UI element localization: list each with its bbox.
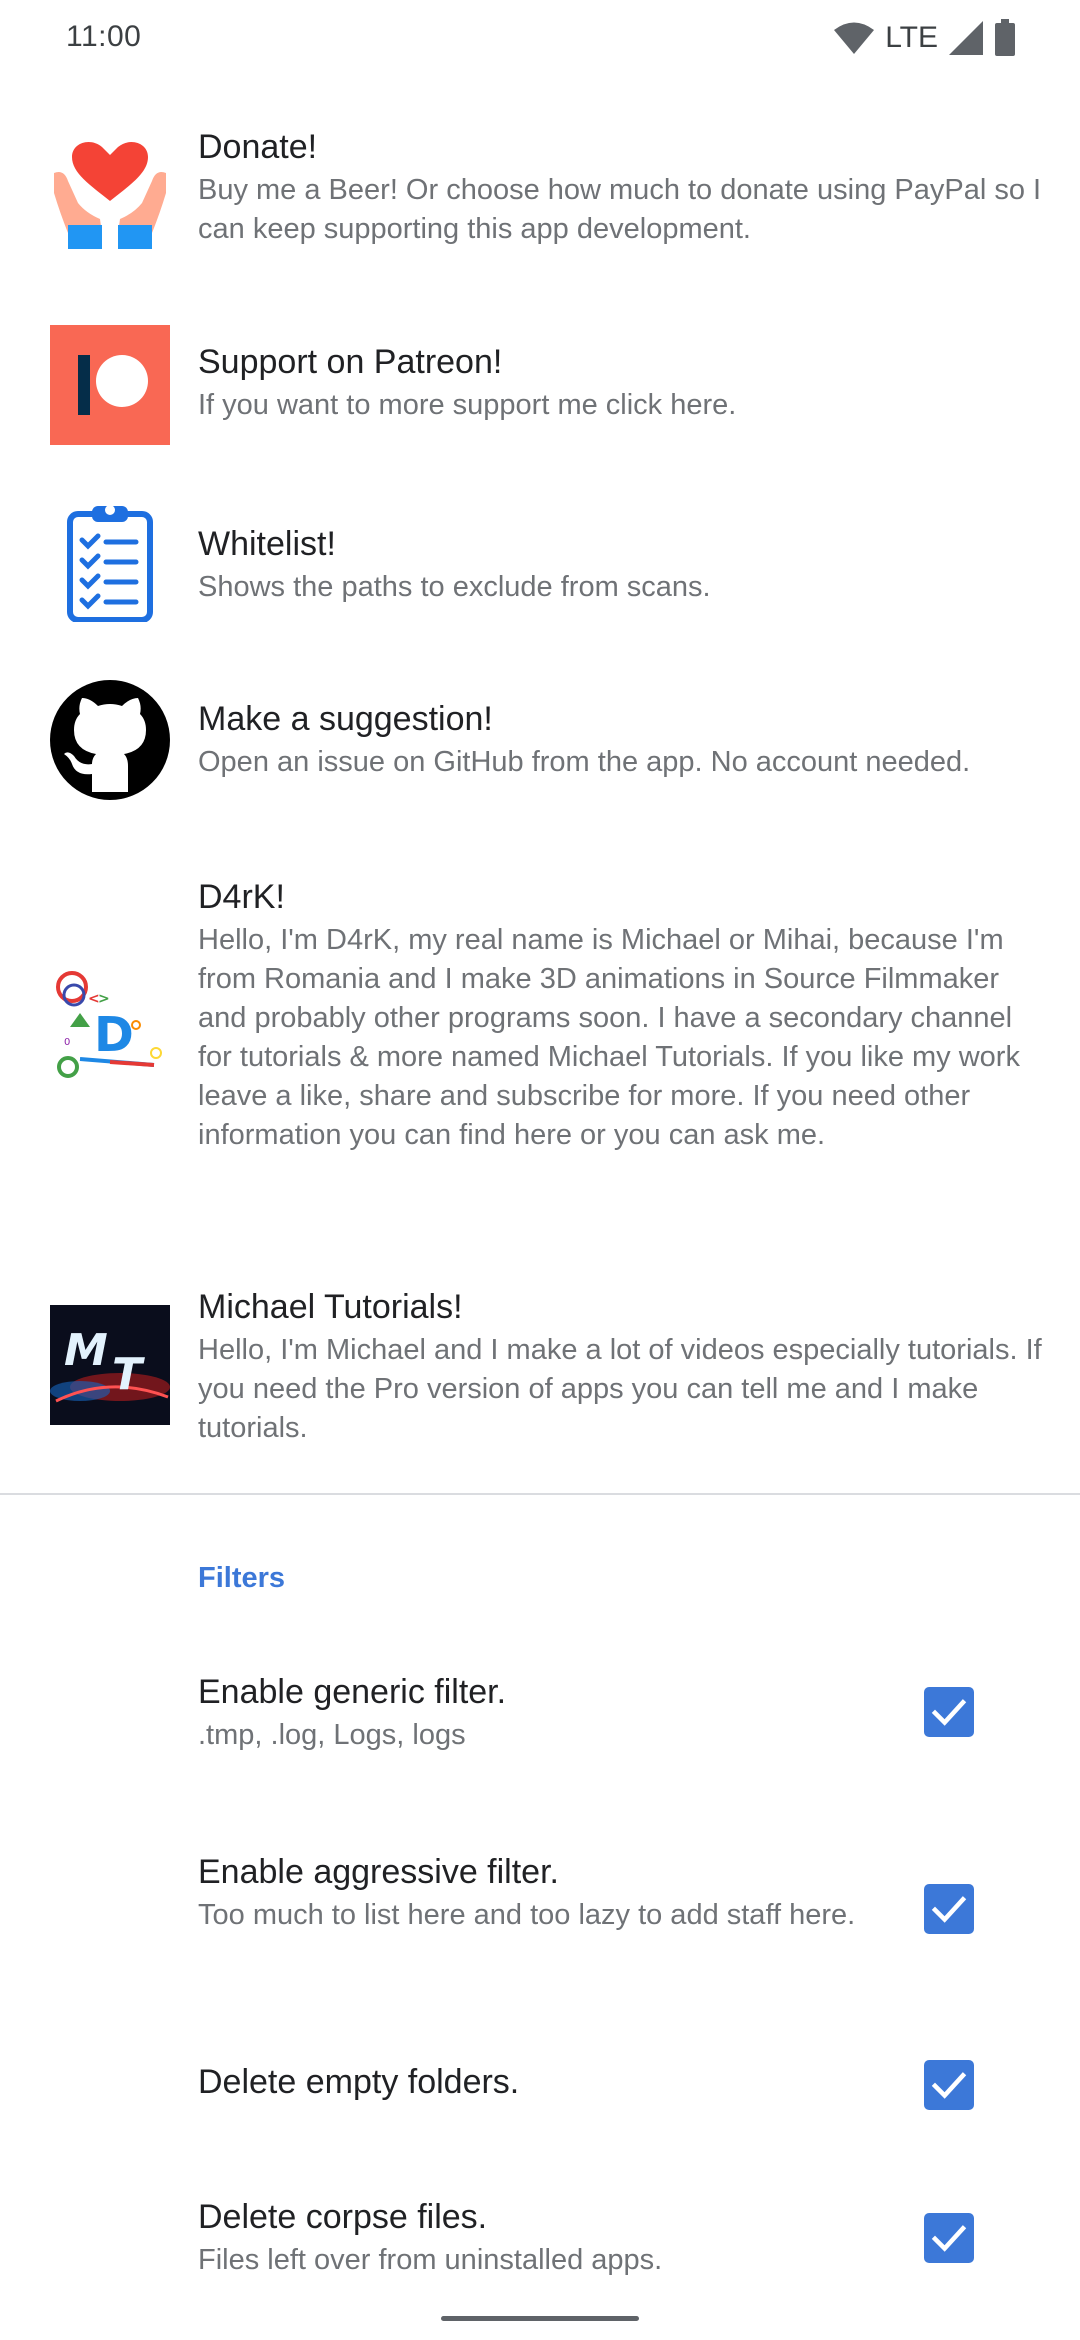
svg-text:T: T (112, 1349, 145, 1400)
preference-title: Support on Patreon! (198, 343, 503, 381)
preference-summary: If you want to more support me click her… (198, 389, 737, 421)
preference-summary: Hello, I'm D4rK, my real name is Michael… (198, 924, 1020, 1151)
generic-filter-checkbox[interactable] (924, 1687, 974, 1737)
aggressive-filter-preference[interactable]: Enable aggressive filter. Too much to li… (0, 1850, 1080, 1980)
preference-title: Whitelist! (198, 525, 336, 563)
michael-tutorials-preference[interactable]: M T Michael Tutorials! Hello, I'm Michae… (0, 1285, 1080, 1455)
clipboard-checklist-icon (50, 502, 170, 622)
preference-summary: Too much to list here and too lazy to ad… (198, 1899, 856, 1931)
preference-title: Make a suggestion! (198, 700, 493, 738)
generic-filter-text: Enable generic filter. .tmp, .log, Logs,… (198, 1670, 890, 1755)
preference-summary: Files left over from uninstalled apps. (198, 2244, 663, 2276)
status-bar: 11:00 LTE (0, 0, 1080, 78)
d4rk-text: D4rK! Hello, I'm D4rK, my real name is M… (198, 875, 1050, 1155)
preference-summary: Buy me a Beer! Or choose how much to don… (198, 174, 1042, 245)
d4rk-logo-icon: < > D 0 (50, 969, 170, 1089)
donate-preference[interactable]: Donate! Buy me a Beer! Or choose how muc… (0, 125, 1080, 265)
delete-empty-folders-checkbox[interactable] (924, 2060, 974, 2110)
filters-category-title: Filters (198, 1562, 286, 1594)
preference-title: Delete empty folders. (198, 2063, 520, 2101)
d4rk-preference[interactable]: < > D 0 D4rK! Hello, I'm D4rK, my real n… (0, 875, 1080, 1195)
whitelist-text: Whitelist! Shows the paths to exclude fr… (198, 522, 1050, 607)
preference-title: Michael Tutorials! (198, 1288, 463, 1326)
preference-summary: Open an issue on GitHub from the app. No… (198, 746, 971, 778)
preference-title: D4rK! (198, 878, 285, 916)
delete-corpse-files-preference[interactable]: Delete corpse files. Files left over fro… (0, 2195, 1080, 2285)
preference-title: Enable generic filter. (198, 1673, 507, 1711)
michael-tutorials-text: Michael Tutorials! Hello, I'm Michael an… (198, 1285, 1050, 1448)
checkmark-icon (931, 1699, 967, 1726)
patreon-preference[interactable]: Support on Patreon! If you want to more … (0, 325, 1080, 445)
battery-icon (994, 19, 1016, 57)
gesture-nav-handle[interactable] (441, 2316, 639, 2321)
delete-corpse-files-checkbox[interactable] (924, 2213, 974, 2263)
preference-summary: Hello, I'm Michael and I make a lot of v… (198, 1334, 1042, 1444)
donate-text: Donate! Buy me a Beer! Or choose how muc… (198, 125, 1050, 249)
network-type-label: LTE (885, 21, 938, 54)
suggestion-text: Make a suggestion! Open an issue on GitH… (198, 697, 1050, 782)
donate-hands-heart-icon (50, 129, 170, 249)
cell-signal-icon (948, 20, 984, 56)
status-icons: LTE (833, 18, 1016, 58)
status-time: 11:00 (66, 20, 142, 53)
checkmark-icon (931, 2225, 967, 2252)
aggressive-filter-checkbox[interactable] (924, 1884, 974, 1934)
checkmark-icon (931, 1896, 967, 1923)
svg-text:>: > (98, 991, 110, 1007)
delete-corpse-files-text: Delete corpse files. Files left over fro… (198, 2195, 890, 2280)
michael-tutorials-logo-icon: M T (50, 1305, 170, 1425)
preference-title: Enable aggressive filter. (198, 1853, 559, 1891)
preference-summary: Shows the paths to exclude from scans. (198, 571, 711, 603)
patreon-text: Support on Patreon! If you want to more … (198, 340, 1050, 425)
delete-empty-folders-preference[interactable]: Delete empty folders. (0, 2060, 1080, 2110)
preference-summary: .tmp, .log, Logs, logs (198, 1719, 466, 1751)
preference-title: Delete corpse files. (198, 2198, 488, 2236)
checkmark-icon (931, 2072, 967, 2099)
section-divider (0, 1493, 1080, 1495)
svg-text:D: D (94, 1007, 134, 1063)
preference-title: Donate! (198, 128, 318, 166)
suggestion-preference[interactable]: Make a suggestion! Open an issue on GitH… (0, 680, 1080, 800)
generic-filter-preference[interactable]: Enable generic filter. .tmp, .log, Logs,… (0, 1670, 1080, 1780)
patreon-icon (50, 325, 170, 445)
delete-empty-folders-text: Delete empty folders. (198, 2060, 890, 2104)
svg-text:0: 0 (64, 1037, 70, 1048)
github-icon (50, 680, 170, 800)
svg-text:M: M (64, 1325, 108, 1376)
wifi-icon (833, 21, 875, 55)
whitelist-preference[interactable]: Whitelist! Shows the paths to exclude fr… (0, 502, 1080, 622)
aggressive-filter-text: Enable aggressive filter. Too much to li… (198, 1850, 890, 1935)
